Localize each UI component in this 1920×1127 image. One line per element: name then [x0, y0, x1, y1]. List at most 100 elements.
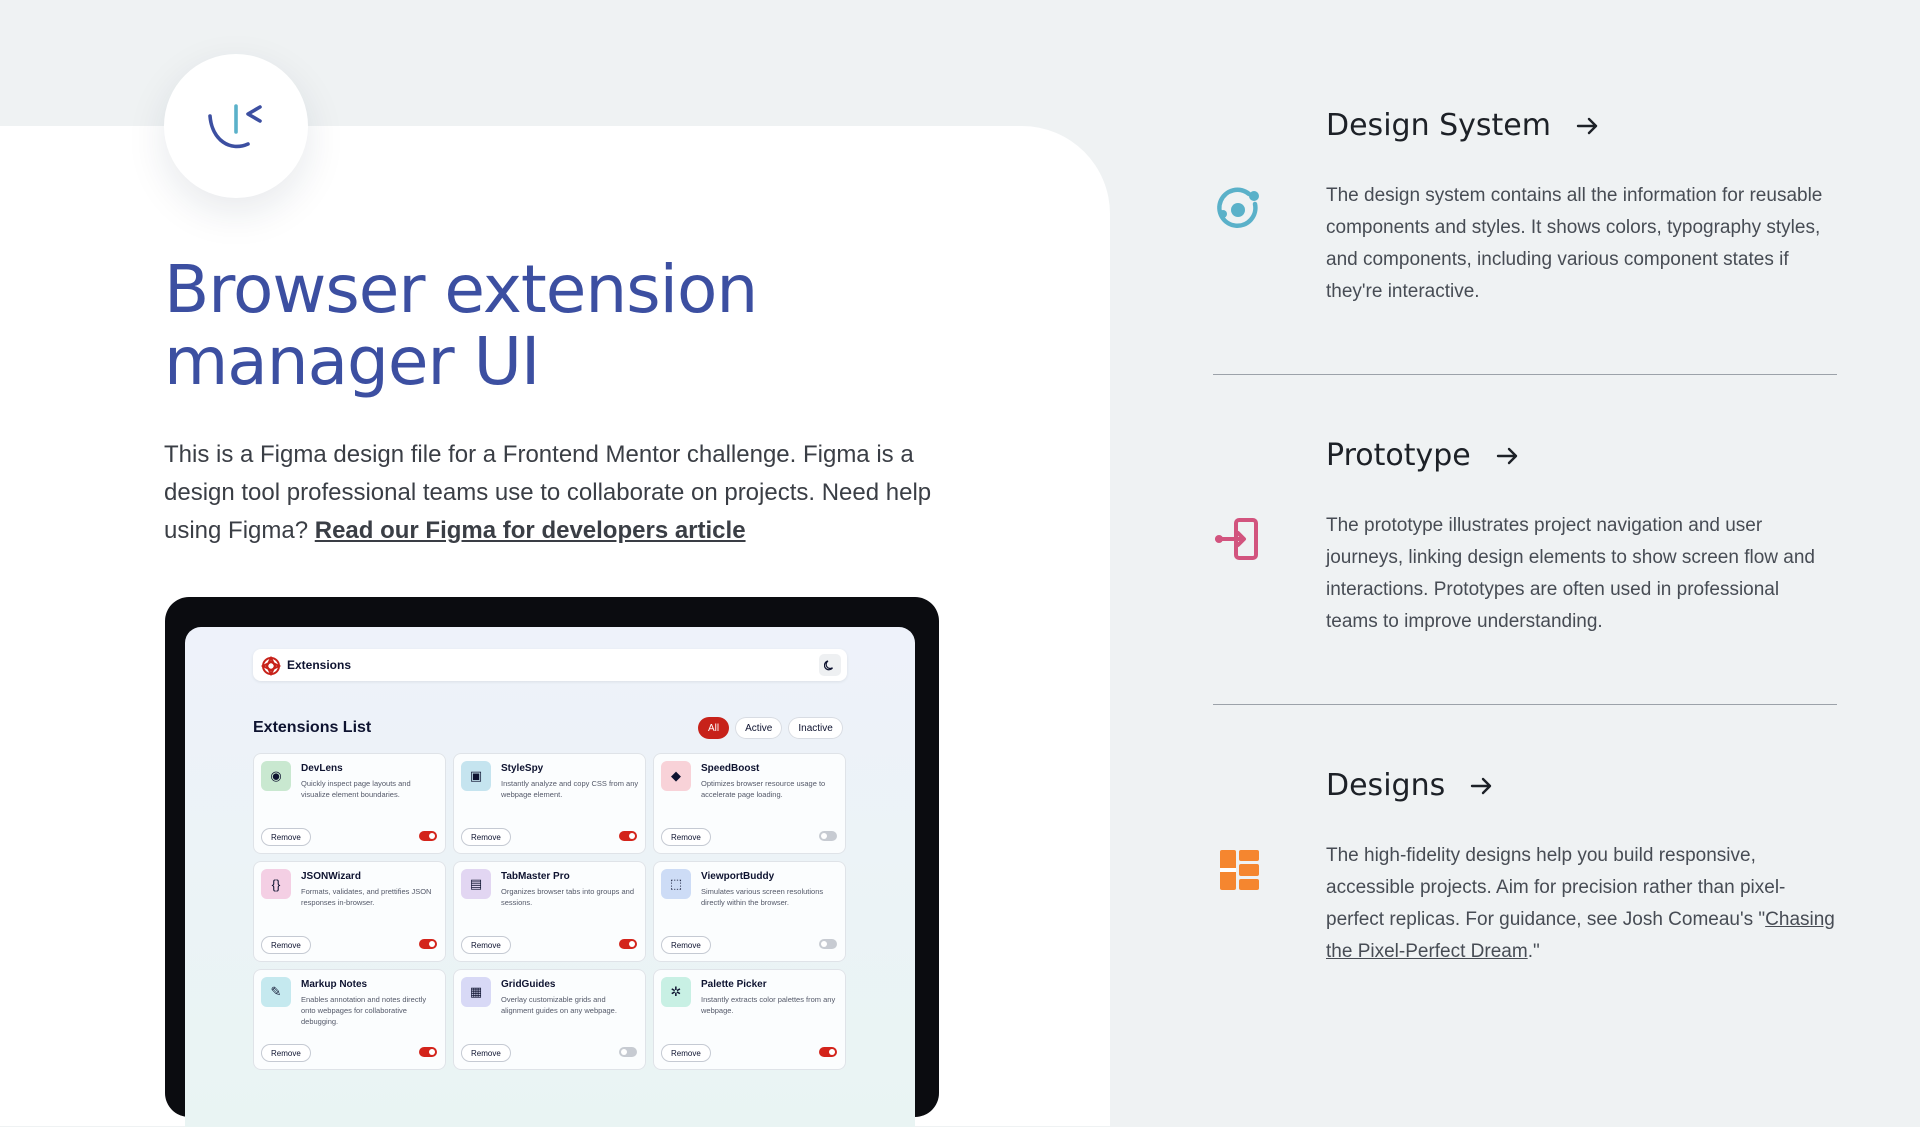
- section-divider: [1213, 374, 1837, 375]
- extension-toggle[interactable]: [419, 831, 437, 841]
- extension-card: ✲ Palette Picker Instantly extracts color …: [653, 969, 846, 1070]
- toggle-knob: [621, 1049, 627, 1055]
- extension-card: ◆ SpeedBoost Optimizes browser resource us…: [653, 753, 846, 854]
- designs-description-text: The high-fidelity designs help you build…: [1326, 845, 1786, 930]
- designs-title-text: Designs: [1326, 768, 1446, 803]
- extension-name: Palette Picker: [701, 979, 767, 990]
- remove-button[interactable]: Remove: [661, 1044, 711, 1062]
- designs-section: Designs The high-fidelity designs help y…: [1213, 768, 1853, 988]
- extension-description: Formats, validates, and prettifies JSON …: [301, 887, 432, 907]
- filter-all[interactable]: All: [698, 717, 730, 739]
- extension-toggle[interactable]: [619, 831, 637, 841]
- remove-button[interactable]: Remove: [661, 936, 711, 954]
- extension-description: Instantly extracts color palettes from a…: [701, 995, 836, 1015]
- moon-icon: [824, 660, 833, 671]
- extension-description: Simulates various screen resolutions dir…: [701, 887, 824, 907]
- design-system-description: The design system contains all the infor…: [1326, 185, 1823, 302]
- extension-card: ◉ DevLens Quickly inspect page layouts and…: [253, 753, 446, 854]
- extension-description: Organizes browser tabs into groups and s…: [501, 887, 634, 907]
- extension-toggle[interactable]: [819, 831, 837, 841]
- design-system-section: Design System The design system contains…: [1213, 108, 1853, 308]
- extensions-grid: ◉ DevLens Quickly inspect page layouts and…: [253, 753, 846, 1070]
- extension-toggle[interactable]: [819, 939, 837, 949]
- devlens-icon: ◉: [261, 761, 291, 791]
- frontend-mentor-logo: [164, 54, 308, 198]
- prototype-section: Prototype The prototype illustrates proj…: [1213, 438, 1853, 638]
- speedboost-icon: ◆: [661, 761, 691, 791]
- remove-button[interactable]: Remove: [661, 828, 711, 846]
- app-preview-screen: Extensions Extensions List All Active In…: [185, 627, 915, 1127]
- jsonwizard-icon: {}: [261, 869, 291, 899]
- viewportbuddy-icon: ⬚: [661, 869, 691, 899]
- toggle-knob: [629, 941, 635, 947]
- toggle-knob: [821, 833, 827, 839]
- filter-group: All Active Inactive: [698, 717, 843, 739]
- extension-card: {} JSONWizard Formats, validates, and pret…: [253, 861, 446, 962]
- extension-name: ViewportBuddy: [701, 871, 775, 882]
- arrow-right-icon: [1576, 117, 1598, 134]
- extension-toggle[interactable]: [819, 1047, 837, 1057]
- extension-card: ✎ Markup Notes Enables annotation and note…: [253, 969, 446, 1070]
- stylespy-icon: ▣: [461, 761, 491, 791]
- designs-icon: [1220, 850, 1259, 890]
- section-divider: [1213, 704, 1837, 705]
- intro-paragraph: This is a Figma design file for a Fronte…: [164, 436, 954, 550]
- arrow-right-icon: [1471, 777, 1492, 794]
- remove-button[interactable]: Remove: [261, 828, 311, 846]
- extension-description: Enables annotation and notes directly on…: [301, 995, 427, 1026]
- design-system-icon: [1217, 187, 1259, 228]
- remove-button[interactable]: Remove: [461, 936, 511, 954]
- extension-name: DevLens: [301, 763, 343, 774]
- filter-active[interactable]: Active: [735, 717, 783, 739]
- arrow-right-icon: [1496, 447, 1517, 464]
- frontend-mentor-logo-icon: [208, 104, 262, 149]
- extension-name: Markup Notes: [301, 979, 368, 990]
- prototype-description: The prototype illustrates project naviga…: [1326, 515, 1815, 632]
- filter-inactive[interactable]: Inactive: [788, 717, 843, 739]
- toggle-knob: [429, 941, 435, 947]
- theme-toggle-button[interactable]: [819, 654, 841, 676]
- page-title: Browser extension manager UI: [164, 251, 758, 400]
- extensions-logo-icon: [261, 656, 281, 676]
- gridguides-icon: ▦: [461, 977, 491, 1007]
- extension-toggle[interactable]: [419, 1047, 437, 1057]
- tabmaster-icon: ▤: [461, 869, 491, 899]
- extension-card: ▦ GridGuides Overlay customizable grids an…: [453, 969, 646, 1070]
- app-brand-name: Extensions: [287, 658, 352, 672]
- figma-article-link[interactable]: Read our Figma for developers article: [315, 517, 746, 544]
- extension-card: ▤ TabMaster Pro Organizes browser tabs int…: [453, 861, 646, 962]
- extension-description: Overlay customizable grids and alignment…: [501, 995, 617, 1015]
- remove-button[interactable]: Remove: [461, 1044, 511, 1062]
- extension-name: SpeedBoost: [701, 763, 760, 774]
- toggle-knob: [429, 833, 435, 839]
- extension-description: Instantly analyze and copy CSS from any …: [501, 779, 639, 799]
- prototype-title[interactable]: Prototype: [1326, 438, 1521, 473]
- remove-button[interactable]: Remove: [261, 1044, 311, 1062]
- extension-toggle[interactable]: [619, 1047, 637, 1057]
- prototype-icon: [1215, 518, 1258, 560]
- toggle-knob: [429, 1049, 435, 1055]
- markup-notes-icon: ✎: [261, 977, 291, 1007]
- laptop-mockup: Extensions Extensions List All Active In…: [165, 597, 939, 1127]
- extension-toggle[interactable]: [619, 939, 637, 949]
- design-system-title[interactable]: Design System: [1326, 108, 1601, 143]
- toggle-knob: [821, 941, 827, 947]
- app-header: Extensions: [253, 649, 847, 681]
- extension-name: StyleSpy: [501, 763, 544, 774]
- designs-title[interactable]: Designs: [1326, 768, 1495, 803]
- extension-name: JSONWizard: [301, 871, 361, 882]
- extension-name: GridGuides: [501, 979, 556, 990]
- extensions-list-title: Extensions List: [253, 719, 372, 736]
- extension-description: Quickly inspect page layouts and visuali…: [301, 779, 411, 799]
- remove-button[interactable]: Remove: [461, 828, 511, 846]
- extension-name: TabMaster Pro: [501, 871, 570, 882]
- prototype-title-text: Prototype: [1326, 438, 1471, 473]
- design-system-title-text: Design System: [1326, 108, 1551, 143]
- designs-description: The high-fidelity designs help you build…: [1326, 840, 1836, 968]
- extension-description: Optimizes browser resource usage to acce…: [701, 779, 826, 799]
- toggle-knob: [829, 1049, 835, 1055]
- designs-description-end: .": [1527, 941, 1540, 962]
- extension-card: ⬚ ViewportBuddy Simulates various screen r…: [653, 861, 846, 962]
- remove-button[interactable]: Remove: [261, 936, 311, 954]
- extension-toggle[interactable]: [419, 939, 437, 949]
